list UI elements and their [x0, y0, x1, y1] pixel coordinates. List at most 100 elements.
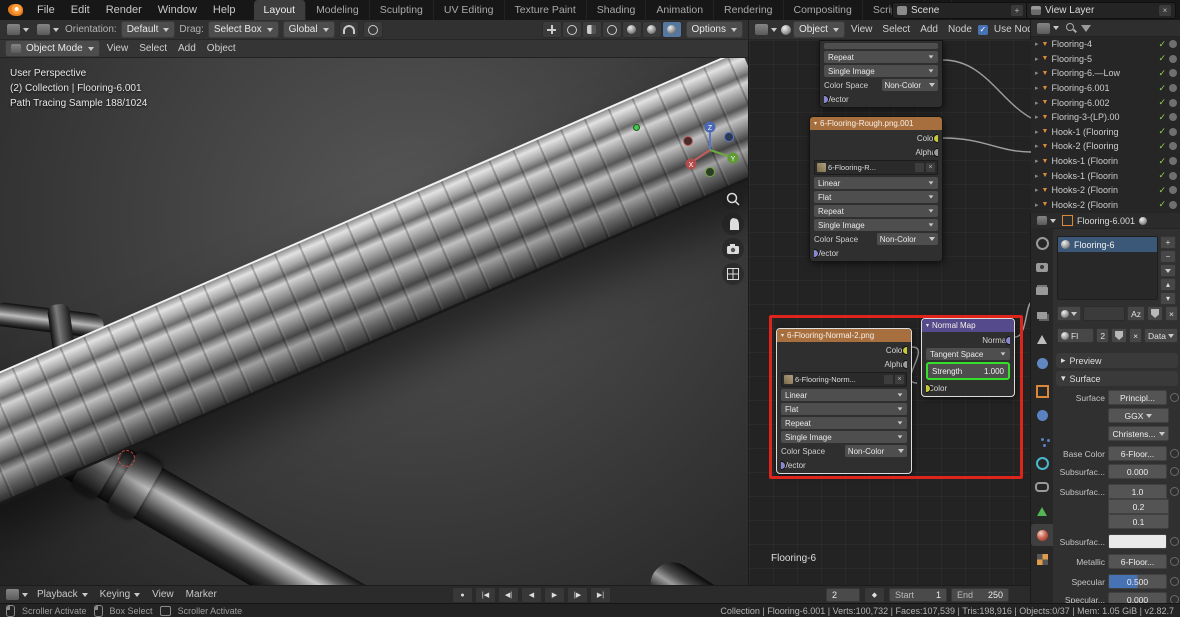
restrict-render-icon[interactable] [1169, 98, 1177, 107]
restrict-render-icon[interactable] [1169, 84, 1177, 93]
color-output-socket[interactable] [933, 134, 938, 143]
scene-selector[interactable]: Scene + [892, 2, 1028, 19]
playback-dropdown[interactable]: Playback [32, 589, 93, 600]
properties-tab-physics[interactable] [1031, 452, 1053, 474]
animate-dot-icon[interactable] [1170, 595, 1179, 603]
expand-icon[interactable]: ▸ [1035, 99, 1039, 107]
properties-tab-view-layer[interactable] [1031, 304, 1053, 326]
subsurface-color-swatch[interactable] [1108, 534, 1167, 549]
checkbox-icon[interactable]: ✓ [1158, 141, 1166, 152]
object-name[interactable]: Flooring-6.—Low [1051, 68, 1120, 78]
projection-dropdown[interactable]: Flat [814, 191, 938, 203]
proportional-editing-button[interactable] [362, 21, 383, 38]
source-dropdown[interactable]: Single Image [814, 219, 938, 231]
new-scene-button[interactable]: + [1011, 5, 1023, 16]
checkbox-icon[interactable]: ✓ [1158, 170, 1166, 181]
animate-dot-icon[interactable] [1170, 577, 1179, 586]
node-header[interactable]: ▾ 6-Flooring-Normal-2.png [777, 329, 911, 342]
timeline-editor-type-button[interactable] [4, 588, 30, 601]
add-slot-button[interactable]: + [1160, 236, 1176, 249]
camera-view-button[interactable] [722, 238, 744, 260]
menu-file[interactable]: File [29, 0, 63, 20]
checkbox-icon[interactable]: ✓ [1158, 126, 1166, 137]
base-color-button[interactable]: 6-Floor... [1108, 446, 1167, 461]
move-slot-up-button[interactable]: ▴ [1160, 278, 1176, 291]
preview-section-header[interactable]: ▸ Preview [1056, 353, 1178, 368]
gizmo-y-neg[interactable] [705, 167, 715, 177]
checkbox-icon[interactable]: ✓ [1158, 199, 1166, 210]
object-name[interactable]: Hooks-2 (Floorin [1051, 200, 1118, 210]
start-frame-field[interactable]: Start 1 [889, 588, 947, 602]
viewport-menu-view[interactable]: View [103, 43, 133, 54]
properties-tab-world[interactable] [1031, 352, 1053, 374]
surface-section-header[interactable]: ▾ Surface [1056, 371, 1178, 386]
properties-tab-material[interactable] [1031, 524, 1053, 546]
checkbox-icon[interactable]: ✓ [1158, 83, 1166, 94]
extension-dropdown[interactable]: Repeat [814, 205, 938, 217]
interpolation-dropdown[interactable]: Linear [781, 389, 907, 401]
outliner-row[interactable]: ▸ ▼ Floring-3-(LP).00 ✓ [1031, 110, 1180, 125]
tab-texture-paint[interactable]: Texture Paint [505, 0, 587, 20]
next-keyframe-button[interactable]: |▶ [567, 587, 588, 603]
interpolation-dropdown[interactable]: Linear [814, 177, 938, 189]
animate-dot-icon[interactable] [1170, 537, 1179, 546]
color-space-dropdown[interactable]: Non-Color [876, 233, 938, 245]
object-name[interactable]: Hooks-1 (Floorin [1051, 171, 1118, 181]
restrict-render-icon[interactable] [1169, 127, 1177, 136]
object-name[interactable]: Hooks-1 (Floorin [1051, 156, 1118, 166]
filter-funnel-icon[interactable] [1081, 24, 1091, 32]
normal-output-socket[interactable] [1005, 336, 1010, 345]
material-slot-active[interactable]: Flooring-6 [1058, 237, 1157, 252]
active-tool-dropdown[interactable] [35, 23, 61, 36]
checkbox-icon[interactable]: ✓ [1158, 39, 1166, 50]
image-texture-node-partial[interactable]: Repeat Single Image Color Space Non-Colo… [819, 40, 943, 108]
radius-z-field[interactable]: 0.1 [1108, 514, 1169, 529]
image-name[interactable]: 6-Flooring-R... [828, 163, 913, 172]
restrict-render-icon[interactable] [1169, 142, 1177, 151]
projection-dropdown[interactable]: Flat [781, 403, 907, 415]
roughness-texture-node[interactable]: ▾ 6-Flooring-Rough.png.001 Color Alpha 6-… [809, 116, 943, 262]
shader-node-editor[interactable]: Repeat Single Image Color Space Non-Colo… [748, 40, 1031, 585]
animate-dot-icon[interactable] [1170, 467, 1179, 476]
keyframe-insert-button[interactable]: ◆ [864, 587, 885, 603]
fake-user-button[interactable] [1147, 306, 1164, 321]
zoom-button[interactable] [722, 188, 744, 210]
properties-tab-object-data[interactable] [1031, 500, 1053, 522]
shader-type-dropdown[interactable]: Object [793, 21, 845, 38]
fake-user-icon[interactable] [915, 163, 924, 172]
outliner-row[interactable]: ▸ ▼ Flooring-6.—Low ✓ [1031, 66, 1180, 81]
alpha-output-socket[interactable] [902, 360, 907, 369]
restrict-render-icon[interactable] [1169, 200, 1177, 209]
auto-key-button[interactable]: ● [452, 587, 473, 603]
tab-layout[interactable]: Layout [253, 0, 307, 20]
expand-icon[interactable]: ▸ [1035, 157, 1039, 165]
options-dropdown[interactable]: Options [685, 21, 743, 38]
object-name[interactable]: Flooring-6.002 [1051, 98, 1109, 108]
node-header[interactable]: ▾ Normal Map [922, 319, 1014, 332]
move-slot-down-button[interactable]: ▾ [1160, 292, 1176, 305]
tab-rendering[interactable]: Rendering [714, 0, 784, 20]
sort-az-button[interactable]: Az [1127, 306, 1146, 321]
tab-compositing[interactable]: Compositing [784, 0, 863, 20]
shader-menu-node[interactable]: Node [944, 24, 976, 35]
strength-field[interactable]: Strength 1.000 [926, 362, 1010, 380]
orientation-dropdown[interactable]: Default [120, 21, 176, 38]
scene-name[interactable]: Scene [911, 5, 1007, 16]
restrict-render-icon[interactable] [1169, 113, 1177, 122]
space-dropdown[interactable]: Tangent Space [926, 348, 1010, 360]
gizmo-z-neg[interactable] [724, 132, 734, 142]
view-layer-selector[interactable]: View Layer × [1026, 2, 1176, 19]
outliner-row[interactable]: ▸ ▼ Hooks-1 (Floorin ✓ [1031, 168, 1180, 183]
expand-icon[interactable]: ▸ [1035, 40, 1039, 48]
extension-dropdown[interactable]: Repeat [824, 51, 938, 63]
editor-type-button[interactable] [5, 23, 31, 36]
fake-user-button[interactable] [1111, 328, 1128, 343]
shader-menu-add[interactable]: Add [916, 24, 942, 35]
properties-editor-type-button[interactable] [1035, 215, 1058, 226]
object-name[interactable]: Flooring-4 [1051, 39, 1092, 49]
remove-slot-button[interactable]: − [1160, 250, 1176, 263]
outliner-row[interactable]: ▸ ▼ Hook-1 (Flooring ✓ [1031, 125, 1180, 140]
browse-material-button[interactable] [1057, 306, 1081, 321]
xray-toggle-button[interactable] [581, 21, 602, 38]
normal-texture-node[interactable]: ▾ 6-Flooring-Normal-2.png Color Alpha 6-F… [776, 328, 912, 474]
